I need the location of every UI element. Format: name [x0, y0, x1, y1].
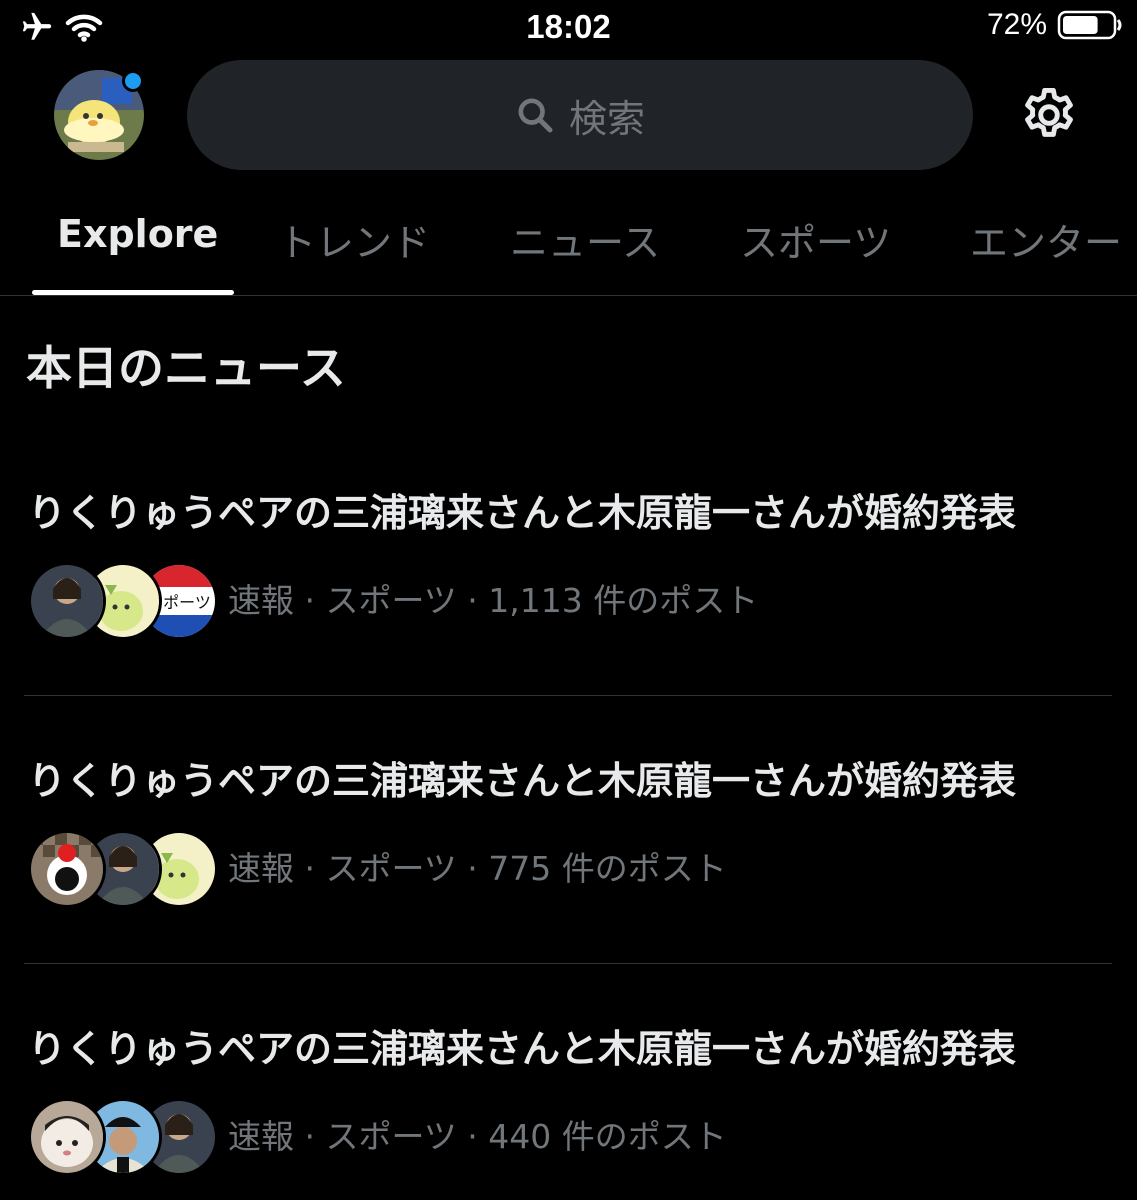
avatar-stack [28, 1098, 218, 1176]
avatar-stack: スポーツ [28, 562, 218, 640]
top-bar: 検索 [0, 56, 1137, 176]
notification-dot [122, 70, 144, 92]
tab-trend[interactable]: トレンド [278, 212, 430, 267]
status-right: 72% [987, 8, 1123, 42]
status-bar: 18:02 72% [0, 0, 1137, 56]
news-meta: 速報 · スポーツ · 1,113 件のポスト [228, 581, 759, 620]
avatar [28, 562, 106, 640]
section-title: 本日のニュース [26, 341, 346, 395]
news-title: りくりゅうペアの三浦璃来さんと木原龍一さんが婚約発表 [28, 759, 1017, 803]
divider [24, 963, 1112, 964]
tab-bar: Explore トレンド ニュース スポーツ エンター [0, 186, 1137, 296]
tab-entertainment[interactable]: エンター [970, 212, 1122, 267]
search-placeholder: 検索 [568, 96, 645, 141]
active-tab-indicator [32, 290, 234, 295]
search-input[interactable]: 検索 [187, 60, 973, 170]
news-item[interactable]: りくりゅうペアの三浦璃来さんと木原龍一さんが婚約発表 スポーツ 速報 · スポー… [0, 482, 1137, 662]
avatar [28, 1098, 106, 1176]
news-meta: 速報 · スポーツ · 440 件のポスト [228, 1117, 727, 1156]
tab-explore[interactable]: Explore [57, 212, 218, 256]
tab-sports[interactable]: スポーツ [740, 212, 891, 267]
avatar [28, 830, 106, 908]
battery-percentage: 72% [986, 8, 1047, 41]
news-meta: 速報 · スポーツ · 775 件のポスト [228, 849, 727, 888]
tab-news[interactable]: ニュース [510, 212, 660, 267]
news-title: りくりゅうペアの三浦璃来さんと木原龍一さんが婚約発表 [28, 1027, 1017, 1071]
search-icon [518, 98, 553, 133]
gear-icon [1025, 88, 1073, 137]
news-item[interactable]: りくりゅうペアの三浦璃来さんと木原龍一さんが婚約発表 速報 · スポーツ · 7… [0, 750, 1137, 930]
news-item[interactable]: りくりゅうペアの三浦璃来さんと木原龍一さんが婚約発表 速報 · スポーツ · 4… [0, 1018, 1137, 1198]
news-title: りくりゅうペアの三浦璃来さんと木原龍一さんが婚約発表 [28, 491, 1017, 535]
settings-button[interactable] [1018, 84, 1080, 146]
divider [24, 695, 1112, 696]
status-time: 18:02 [526, 8, 611, 45]
avatar-stack [28, 830, 218, 908]
battery-icon [1057, 10, 1122, 40]
